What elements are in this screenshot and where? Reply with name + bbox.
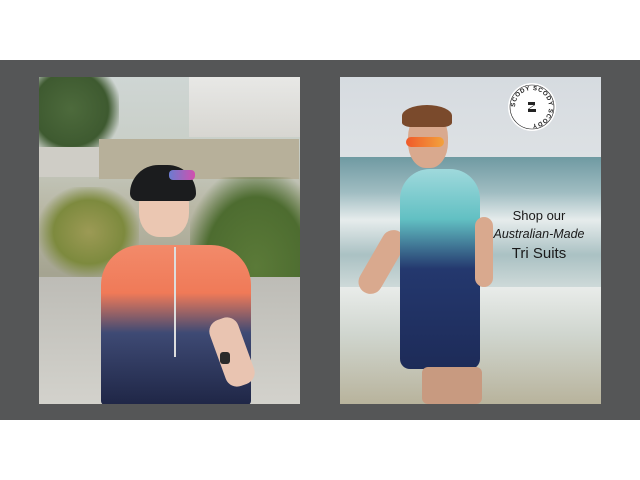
- jersey-zip: [174, 247, 176, 357]
- visor: [169, 170, 195, 180]
- building: [189, 77, 300, 137]
- promo-line-3: Tri Suits: [511, 245, 567, 262]
- tri-suit: [400, 169, 480, 369]
- scody-logo-icon: SCODY SCODY SCODY: [508, 83, 556, 131]
- wall: [99, 139, 299, 179]
- triathlete-photo[interactable]: SCODY SCODY SCODY Shop our Australian-Ma…: [340, 77, 601, 404]
- triathlete-legs: [422, 367, 482, 404]
- sky: [340, 77, 601, 157]
- sunglasses-icon: [406, 137, 444, 147]
- watch-icon: [220, 352, 230, 364]
- promo-line-2: Australian-Made: [493, 227, 585, 241]
- promo-text[interactable]: Shop our Australian-Made Tri Suits: [480, 207, 598, 265]
- cyclist-photo: [39, 77, 300, 404]
- triathlete-hair: [402, 105, 452, 127]
- promo-line-1: Shop our: [512, 208, 566, 223]
